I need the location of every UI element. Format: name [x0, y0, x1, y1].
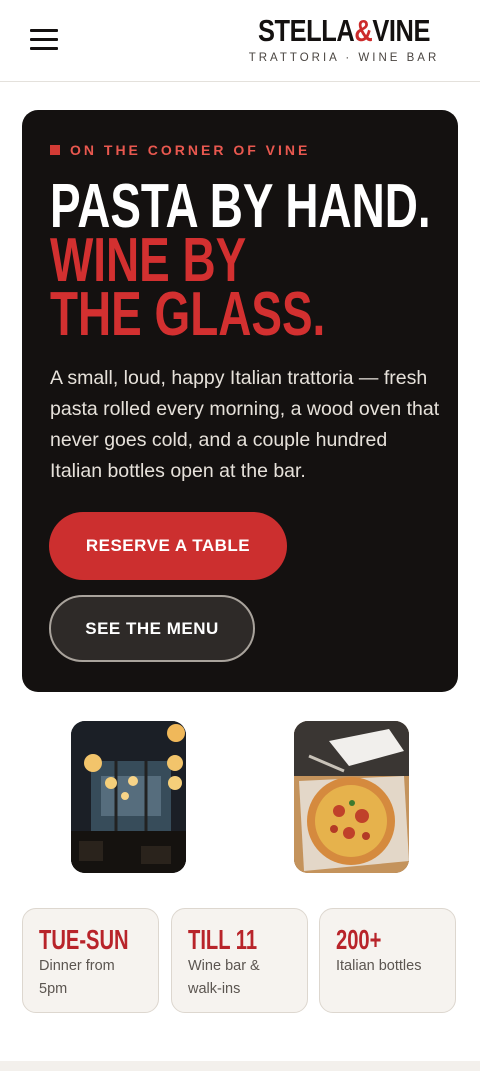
stat-card-late: TILL 11 Wine bar & walk-ins — [171, 908, 308, 1013]
stat-card-hours: TUE-SUN Dinner from 5pm — [22, 908, 159, 1013]
logo[interactable]: STELLA&VINE TRATTORIA · WINE BAR — [234, 13, 454, 65]
site-header: STELLA&VINE TRATTORIA · WINE BAR — [0, 0, 480, 82]
logo-tagline: TRATTORIA · WINE BAR — [248, 52, 440, 64]
stat-value: 200+ — [336, 924, 382, 955]
restaurant-interior-photo — [71, 721, 186, 873]
logo-wordmark: STELLA&VINE — [257, 13, 431, 48]
reserve-table-button[interactable]: RESERVE A TABLE — [49, 512, 287, 580]
hero-card: ON THE CORNER OF VINE PASTA BY HAND. WIN… — [22, 110, 458, 692]
hamburger-menu-icon[interactable] — [30, 29, 58, 51]
stat-label: Dinner from 5pm — [39, 958, 115, 997]
square-bullet-icon — [50, 145, 60, 155]
stat-card-bottles: 200+ Italian bottles — [319, 908, 456, 1013]
see-menu-button[interactable]: SEE THE MENU — [49, 595, 255, 662]
hero-eyebrow: ON THE CORNER OF VINE — [50, 142, 310, 158]
hero-description: A small, loud, happy Italian trattoria —… — [50, 367, 440, 482]
stat-label: Italian bottles — [336, 958, 422, 974]
stat-value: TILL 11 — [188, 924, 258, 955]
hero-headline: PASTA BY HAND. WINE BY THE GLASS. — [50, 172, 431, 349]
pizza-photo — [294, 721, 409, 873]
next-section-edge — [0, 1061, 480, 1071]
stat-label: Wine bar & walk-ins — [188, 958, 260, 997]
stat-value: TUE-SUN — [39, 924, 129, 955]
